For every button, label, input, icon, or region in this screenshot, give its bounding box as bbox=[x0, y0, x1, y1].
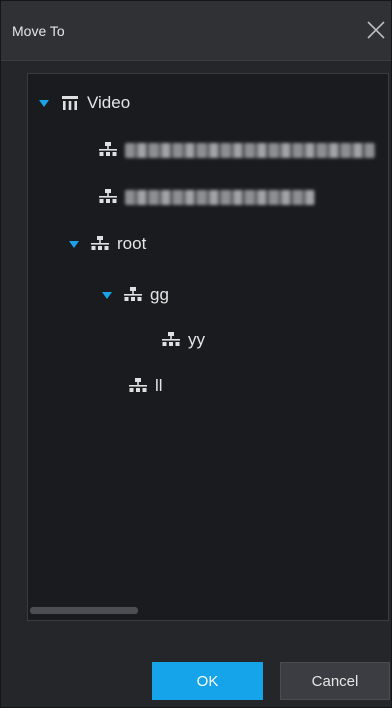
dialog-title: Move To bbox=[12, 23, 65, 39]
ok-button[interactable]: OK bbox=[152, 662, 263, 700]
tree-node-label: ll bbox=[155, 376, 163, 395]
tree-node-label: root bbox=[117, 234, 147, 253]
tree-node-ll[interactable]: ll bbox=[127, 373, 163, 399]
tree-node-label: gg bbox=[150, 285, 169, 304]
tree-node-label: Video bbox=[87, 93, 131, 112]
tree-node-video[interactable]: Video bbox=[38, 90, 130, 116]
org-node-icon bbox=[89, 235, 111, 253]
org-node-icon bbox=[160, 331, 182, 349]
dialog-titlebar: Move To bbox=[1, 1, 391, 61]
expand-triangle-icon[interactable] bbox=[101, 289, 113, 301]
horizontal-scrollbar[interactable] bbox=[30, 607, 138, 614]
org-node-icon bbox=[127, 377, 149, 395]
expand-triangle-icon[interactable] bbox=[38, 97, 50, 109]
cancel-button[interactable]: Cancel bbox=[280, 662, 390, 700]
video-root-icon bbox=[59, 94, 81, 112]
tree-node-root[interactable]: root bbox=[68, 231, 146, 257]
folder-tree[interactable]: Video root gg yy ll bbox=[27, 73, 389, 621]
move-to-dialog: Move To Video root gg yy ll OK Cancel bbox=[0, 0, 392, 708]
close-icon[interactable] bbox=[365, 19, 387, 41]
tree-node-blurred-2[interactable] bbox=[97, 184, 315, 210]
redacted-label bbox=[125, 142, 375, 158]
org-node-icon bbox=[97, 141, 119, 159]
tree-node-label: yy bbox=[188, 330, 205, 349]
redacted-label bbox=[125, 189, 315, 205]
org-node-icon bbox=[97, 188, 119, 206]
tree-node-blurred-1[interactable] bbox=[97, 137, 375, 163]
tree-node-gg[interactable]: gg bbox=[101, 282, 169, 308]
org-node-icon bbox=[122, 286, 144, 304]
tree-node-yy[interactable]: yy bbox=[160, 327, 205, 353]
expand-triangle-icon[interactable] bbox=[68, 238, 80, 250]
